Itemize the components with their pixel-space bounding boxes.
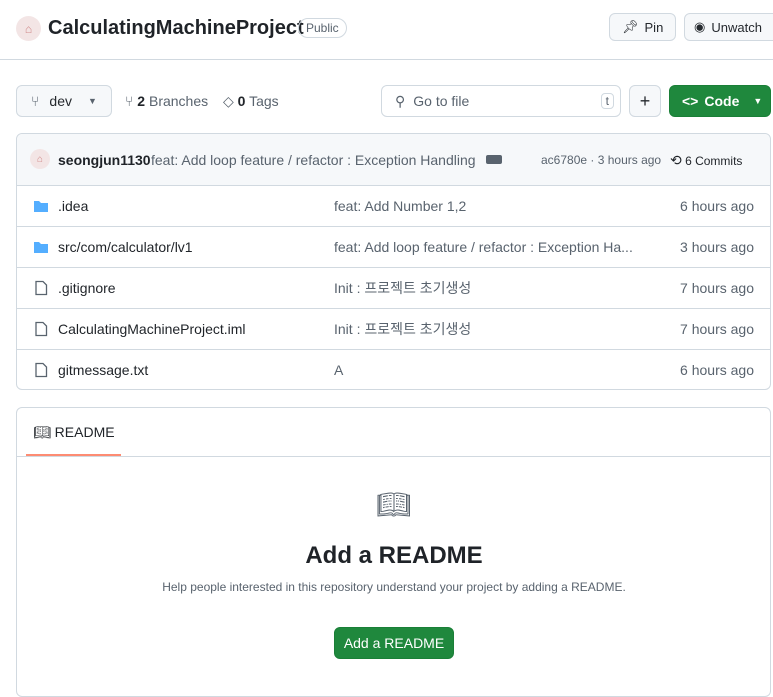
branch-icon: ⑂ bbox=[125, 93, 134, 109]
go-to-file-input[interactable]: ⚲ Go to file t bbox=[381, 85, 621, 117]
commit-author[interactable]: seongjun1130 bbox=[58, 152, 151, 168]
file-icon bbox=[35, 321, 48, 337]
file-icon bbox=[35, 362, 48, 378]
file-commit-message[interactable]: Init : 프로젝트 초기생성 bbox=[334, 319, 471, 339]
file-time: 3 hours ago bbox=[680, 239, 754, 255]
file-commit-message[interactable]: A bbox=[334, 362, 343, 378]
file-row[interactable]: src/com/calculator/lv1 feat: Add loop fea… bbox=[16, 226, 771, 267]
branch-selector[interactable]: ⑂ dev ▼ bbox=[16, 85, 112, 117]
pin-icon: 📌︎ bbox=[622, 19, 639, 34]
file-name[interactable]: gitmessage.txt bbox=[58, 362, 148, 378]
add-readme-button[interactable]: Add a README bbox=[334, 627, 454, 659]
file-name[interactable]: .idea bbox=[58, 198, 88, 214]
readme-tab[interactable]: 📖︎ README bbox=[26, 424, 121, 456]
add-file-button[interactable]: + bbox=[629, 85, 661, 117]
unwatch-button[interactable]: ◉ Unwatch bbox=[684, 13, 773, 41]
author-avatar[interactable]: ⌂ bbox=[30, 149, 50, 169]
file-row[interactable]: .gitignore Init : 프로젝트 초기생성 7 hours ago bbox=[16, 267, 771, 308]
commit-hash[interactable]: ac6780e · 3 hours ago bbox=[541, 153, 661, 167]
book-icon: 📖︎ bbox=[33, 424, 51, 440]
tag-icon: ◇ bbox=[223, 93, 234, 109]
file-icon bbox=[35, 280, 48, 296]
file-time: 7 hours ago bbox=[680, 321, 754, 337]
file-commit-message[interactable]: Init : 프로젝트 초기생성 bbox=[334, 278, 471, 298]
folder-icon bbox=[34, 201, 48, 212]
file-row[interactable]: .idea feat: Add Number 1,2 6 hours ago bbox=[16, 185, 771, 226]
file-time: 6 hours ago bbox=[680, 198, 754, 214]
repo-owner-avatar[interactable]: ⌂ bbox=[16, 16, 41, 41]
header-divider bbox=[0, 59, 773, 60]
eye-icon: ◉ bbox=[694, 19, 706, 34]
commit-message[interactable]: feat: Add loop feature / refactor : Exce… bbox=[151, 152, 476, 168]
search-icon: ⚲ bbox=[395, 92, 406, 109]
file-name[interactable]: CalculatingMachineProject.iml bbox=[58, 321, 246, 337]
readme-title: Add a README bbox=[305, 542, 483, 569]
history-icon: ⟲ bbox=[670, 152, 682, 168]
file-time: 7 hours ago bbox=[680, 280, 754, 296]
code-button[interactable]: <> Code ▼ bbox=[669, 85, 771, 117]
repo-name[interactable]: CalculatingMachineProject bbox=[48, 17, 304, 40]
caret-down-icon: ▼ bbox=[87, 96, 97, 106]
commits-link[interactable]: ⟲ 6 Commits bbox=[670, 152, 742, 169]
folder-icon bbox=[34, 242, 48, 253]
book-icon: 📖︎ bbox=[376, 489, 412, 520]
file-commit-message[interactable]: feat: Add Number 1,2 bbox=[334, 198, 466, 214]
file-commit-message[interactable]: feat: Add loop feature / refactor : Exce… bbox=[334, 239, 633, 255]
caret-down-icon: ▼ bbox=[753, 96, 763, 106]
readme-divider bbox=[17, 456, 770, 457]
file-row[interactable]: CalculatingMachineProject.iml Init : 프로젝트… bbox=[16, 308, 771, 349]
tags-link[interactable]: ◇ 0 Tags bbox=[223, 93, 279, 110]
file-time: 6 hours ago bbox=[680, 362, 754, 378]
visibility-badge: Public bbox=[298, 18, 347, 38]
ellipsis-button[interactable] bbox=[486, 155, 502, 164]
file-name[interactable]: src/com/calculator/lv1 bbox=[58, 239, 193, 255]
file-name[interactable]: .gitignore bbox=[58, 280, 116, 296]
branch-icon: ⑂ bbox=[31, 93, 40, 109]
pin-button[interactable]: 📌︎ Pin bbox=[609, 13, 676, 41]
file-row[interactable]: gitmessage.txt A 6 hours ago bbox=[16, 349, 771, 390]
shortcut-key: t bbox=[600, 93, 614, 109]
branches-link[interactable]: ⑂ 2 Branches bbox=[125, 93, 208, 109]
code-icon: <> bbox=[682, 93, 699, 109]
readme-description: Help people interested in this repositor… bbox=[162, 580, 626, 594]
